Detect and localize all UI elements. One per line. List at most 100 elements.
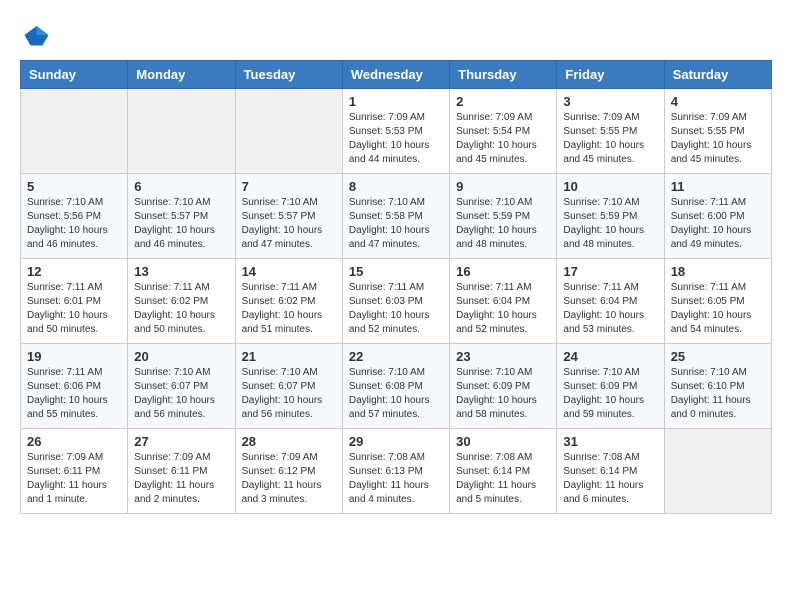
calendar-day-16: 16 Sunrise: 7:11 AM Sunset: 6:04 PM Dayli…: [450, 259, 557, 344]
day-number: 14: [242, 264, 336, 279]
day-info: Sunrise: 7:11 AM Sunset: 6:02 PM Dayligh…: [242, 281, 336, 337]
day-info: Sunrise: 7:11 AM Sunset: 6:04 PM Dayligh…: [456, 281, 550, 337]
calendar-empty-cell: [128, 89, 235, 174]
calendar-day-12: 12 Sunrise: 7:11 AM Sunset: 6:01 PM Dayli…: [21, 259, 128, 344]
calendar-day-29: 29 Sunrise: 7:08 AM Sunset: 6:13 PM Dayli…: [342, 429, 449, 514]
day-number: 16: [456, 264, 550, 279]
day-number: 10: [563, 179, 657, 194]
calendar-week-row: 1 Sunrise: 7:09 AM Sunset: 5:53 PM Daylig…: [21, 89, 772, 174]
weekday-header-saturday: Saturday: [664, 61, 771, 89]
calendar-day-20: 20Sunrise: 7:10 AM Sunset: 6:07 PM Dayli…: [128, 344, 235, 429]
calendar-day-19: 19 Sunrise: 7:11 AM Sunset: 6:06 PM Dayli…: [21, 344, 128, 429]
day-number: 21: [242, 349, 336, 364]
day-number: 25: [671, 349, 765, 364]
calendar-day-22: 22Sunrise: 7:10 AM Sunset: 6:08 PM Dayli…: [342, 344, 449, 429]
day-info: Sunrise: 7:08 AM Sunset: 6:14 PM Dayligh…: [456, 451, 550, 507]
calendar-day-8: 8 Sunrise: 7:10 AM Sunset: 5:58 PM Daylig…: [342, 174, 449, 259]
calendar-day-15: 15 Sunrise: 7:11 AM Sunset: 6:03 PM Dayli…: [342, 259, 449, 344]
calendar-day-27: 27 Sunrise: 7:09 AM Sunset: 6:11 PM Dayli…: [128, 429, 235, 514]
day-number: 27: [134, 434, 228, 449]
calendar-day-17: 17 Sunrise: 7:11 AM Sunset: 6:04 PM Dayli…: [557, 259, 664, 344]
day-info: Sunrise: 7:10 AM Sunset: 5:57 PM Dayligh…: [242, 196, 336, 252]
day-info: Sunrise: 7:11 AM Sunset: 6:01 PM Dayligh…: [27, 281, 121, 337]
day-number: 1: [349, 94, 443, 109]
calendar-day-2: 2 Sunrise: 7:09 AM Sunset: 5:54 PM Daylig…: [450, 89, 557, 174]
day-info: Sunrise: 7:08 AM Sunset: 6:14 PM Dayligh…: [563, 451, 657, 507]
day-number: 23: [456, 349, 550, 364]
calendar-day-28: 28Sunrise: 7:09 AM Sunset: 6:12 PM Dayli…: [235, 429, 342, 514]
day-info: Sunrise: 7:09 AM Sunset: 6:11 PM Dayligh…: [27, 451, 121, 507]
calendar-day-23: 23 Sunrise: 7:10 AM Sunset: 6:09 PM Dayli…: [450, 344, 557, 429]
logo-icon: [20, 20, 50, 50]
day-info: Sunrise: 7:10 AM Sunset: 6:10 PM Dayligh…: [671, 366, 765, 422]
day-number: 17: [563, 264, 657, 279]
calendar-week-row: 12 Sunrise: 7:11 AM Sunset: 6:01 PM Dayli…: [21, 259, 772, 344]
calendar-day-13: 13 Sunrise: 7:11 AM Sunset: 6:02 PM Dayli…: [128, 259, 235, 344]
day-number: 28: [242, 434, 336, 449]
day-info: Sunrise: 7:09 AM Sunset: 5:55 PM Dayligh…: [671, 111, 765, 167]
day-number: 6: [134, 179, 228, 194]
weekday-header-row: SundayMondayTuesdayWednesdayThursdayFrid…: [21, 61, 772, 89]
day-number: 2: [456, 94, 550, 109]
calendar-week-row: 19 Sunrise: 7:11 AM Sunset: 6:06 PM Dayli…: [21, 344, 772, 429]
calendar-day-3: 3 Sunrise: 7:09 AM Sunset: 5:55 PM Daylig…: [557, 89, 664, 174]
day-info: Sunrise: 7:10 AM Sunset: 6:07 PM Dayligh…: [134, 366, 228, 422]
calendar-day-10: 10 Sunrise: 7:10 AM Sunset: 5:59 PM Dayli…: [557, 174, 664, 259]
calendar-table: SundayMondayTuesdayWednesdayThursdayFrid…: [20, 60, 772, 514]
day-number: 13: [134, 264, 228, 279]
day-number: 24: [563, 349, 657, 364]
day-info: Sunrise: 7:09 AM Sunset: 5:54 PM Dayligh…: [456, 111, 550, 167]
day-info: Sunrise: 7:09 AM Sunset: 6:11 PM Dayligh…: [134, 451, 228, 507]
day-info: Sunrise: 7:10 AM Sunset: 6:08 PM Dayligh…: [349, 366, 443, 422]
day-number: 19: [27, 349, 121, 364]
calendar-week-row: 26 Sunrise: 7:09 AM Sunset: 6:11 PM Dayli…: [21, 429, 772, 514]
day-info: Sunrise: 7:11 AM Sunset: 6:02 PM Dayligh…: [134, 281, 228, 337]
day-info: Sunrise: 7:10 AM Sunset: 5:59 PM Dayligh…: [456, 196, 550, 252]
weekday-header-tuesday: Tuesday: [235, 61, 342, 89]
day-info: Sunrise: 7:08 AM Sunset: 6:13 PM Dayligh…: [349, 451, 443, 507]
weekday-header-sunday: Sunday: [21, 61, 128, 89]
day-info: Sunrise: 7:10 AM Sunset: 5:59 PM Dayligh…: [563, 196, 657, 252]
day-info: Sunrise: 7:10 AM Sunset: 6:09 PM Dayligh…: [563, 366, 657, 422]
day-number: 29: [349, 434, 443, 449]
calendar-day-6: 6 Sunrise: 7:10 AM Sunset: 5:57 PM Daylig…: [128, 174, 235, 259]
calendar-day-18: 18Sunrise: 7:11 AM Sunset: 6:05 PM Dayli…: [664, 259, 771, 344]
day-info: Sunrise: 7:10 AM Sunset: 6:09 PM Dayligh…: [456, 366, 550, 422]
day-info: Sunrise: 7:11 AM Sunset: 6:04 PM Dayligh…: [563, 281, 657, 337]
calendar-day-1: 1 Sunrise: 7:09 AM Sunset: 5:53 PM Daylig…: [342, 89, 449, 174]
calendar-day-31: 31 Sunrise: 7:08 AM Sunset: 6:14 PM Dayli…: [557, 429, 664, 514]
day-number: 4: [671, 94, 765, 109]
day-number: 5: [27, 179, 121, 194]
page-header: [20, 20, 772, 50]
calendar-empty-cell: [664, 429, 771, 514]
day-number: 8: [349, 179, 443, 194]
day-number: 18: [671, 264, 765, 279]
calendar-day-11: 11Sunrise: 7:11 AM Sunset: 6:00 PM Dayli…: [664, 174, 771, 259]
calendar-day-4: 4 Sunrise: 7:09 AM Sunset: 5:55 PM Daylig…: [664, 89, 771, 174]
day-number: 3: [563, 94, 657, 109]
day-number: 15: [349, 264, 443, 279]
logo: [20, 20, 54, 50]
calendar-day-24: 24 Sunrise: 7:10 AM Sunset: 6:09 PM Dayli…: [557, 344, 664, 429]
calendar-day-5: 5 Sunrise: 7:10 AM Sunset: 5:56 PM Daylig…: [21, 174, 128, 259]
calendar-day-25: 25 Sunrise: 7:10 AM Sunset: 6:10 PM Dayli…: [664, 344, 771, 429]
day-number: 31: [563, 434, 657, 449]
weekday-header-thursday: Thursday: [450, 61, 557, 89]
weekday-header-friday: Friday: [557, 61, 664, 89]
calendar-day-21: 21Sunrise: 7:10 AM Sunset: 6:07 PM Dayli…: [235, 344, 342, 429]
day-info: Sunrise: 7:10 AM Sunset: 5:56 PM Dayligh…: [27, 196, 121, 252]
calendar-day-30: 30 Sunrise: 7:08 AM Sunset: 6:14 PM Dayli…: [450, 429, 557, 514]
calendar-day-14: 14 Sunrise: 7:11 AM Sunset: 6:02 PM Dayli…: [235, 259, 342, 344]
day-number: 7: [242, 179, 336, 194]
day-info: Sunrise: 7:10 AM Sunset: 5:57 PM Dayligh…: [134, 196, 228, 252]
day-info: Sunrise: 7:09 AM Sunset: 5:53 PM Dayligh…: [349, 111, 443, 167]
day-info: Sunrise: 7:11 AM Sunset: 6:06 PM Dayligh…: [27, 366, 121, 422]
day-number: 9: [456, 179, 550, 194]
day-info: Sunrise: 7:10 AM Sunset: 5:58 PM Dayligh…: [349, 196, 443, 252]
day-number: 12: [27, 264, 121, 279]
day-info: Sunrise: 7:11 AM Sunset: 6:03 PM Dayligh…: [349, 281, 443, 337]
day-number: 26: [27, 434, 121, 449]
calendar-empty-cell: [235, 89, 342, 174]
day-number: 30: [456, 434, 550, 449]
day-info: Sunrise: 7:09 AM Sunset: 5:55 PM Dayligh…: [563, 111, 657, 167]
